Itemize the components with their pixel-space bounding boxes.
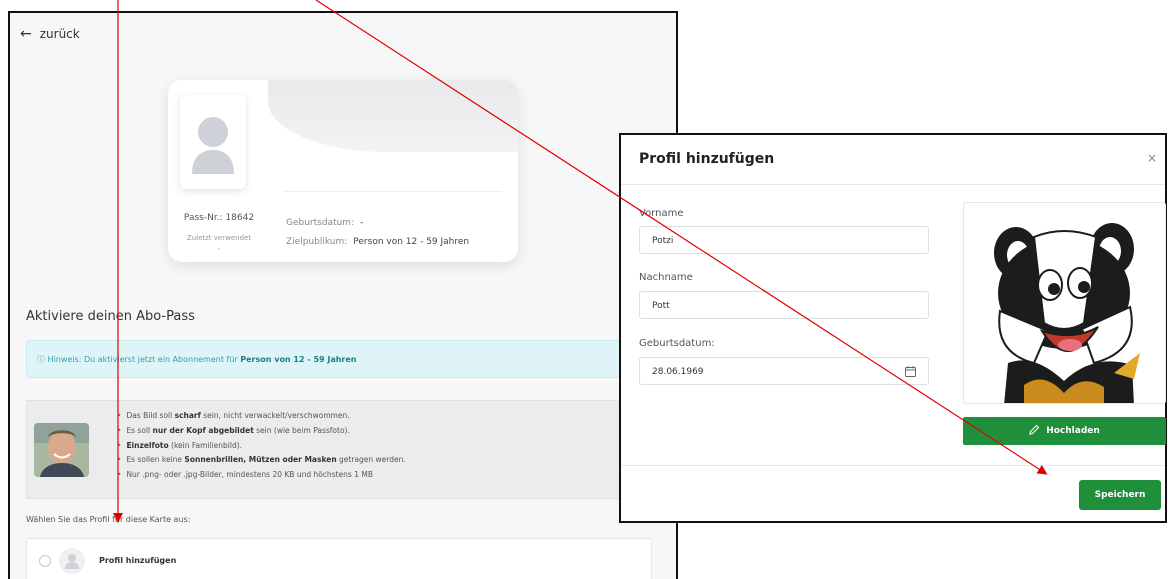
card-decoration [268,80,518,152]
guideline-list: Das Bild soll scharf sein, nicht verwack… [117,409,406,483]
card-birthdate-row: Geburtsdatum: - [286,218,363,228]
birthdate-value: 28.06.1969 [652,367,704,377]
screenshot-stage: ← zurück Pass-Nr.: 18642 Zuletzt verwend… [0,0,1168,579]
pass-photo-placeholder [180,95,246,189]
firstname-field[interactable]: Potzi [639,226,929,254]
guideline-item: Einzelfoto (kein Familienbild). [117,439,406,454]
upload-label: Hochladen [1046,426,1100,436]
add-profile-option[interactable]: Profil hinzufügen [26,538,652,579]
calendar-icon[interactable] [905,366,916,380]
add-profile-modal: Profil hinzufügen × Vorname Potzi Nachna… [619,133,1167,523]
pencil-icon [1029,424,1040,438]
hint-highlight: Person von 12 - 59 Jahren [240,355,357,364]
birthdate-label: Geburtsdatum: [639,338,715,349]
pass-card: Pass-Nr.: 18642 Zuletzt verwendet - Gebu… [168,80,518,262]
abo-pass-page: ← zurück Pass-Nr.: 18642 Zuletzt verwend… [8,11,678,579]
add-profile-label: Profil hinzufügen [99,556,177,565]
profile-radio[interactable] [39,554,51,567]
card-birthdate-label: Geburtsdatum: [286,218,355,228]
section-title: Aktiviere deinen Abo-Pass [26,309,195,324]
badger-mascot-image [963,202,1166,404]
back-label: zurück [39,27,80,41]
hint-text: Hinweis: Du aktivierst jetzt ein Abonnem… [47,355,241,364]
modal-header: Profil hinzufügen × [621,135,1165,185]
guideline-item: Es sollen keine Sonnenbrillen, Mützen od… [117,453,405,468]
card-audience-value: Person von 12 - 59 Jahren [353,237,470,247]
user-avatar-icon [59,547,85,574]
last-used-label: Zuletzt verwendet [186,234,252,242]
back-link[interactable]: ← zurück [20,27,80,41]
close-icon[interactable]: × [1147,151,1157,165]
hint-alert: ⓘ Hinweis: Du aktivierst jetzt ein Abonn… [26,340,676,378]
select-profile-label: Wählen Sie das Profil für diese Karte au… [26,515,191,524]
upload-button[interactable]: Hochladen [963,417,1166,445]
user-silhouette-icon [192,117,234,174]
photo-guidelines: Das Bild soll scharf sein, nicht verwack… [26,400,676,499]
last-used-value: - [217,245,221,253]
lastname-field[interactable]: Pott [639,291,929,319]
pass-number: Pass-Nr.: 18642 [183,213,255,223]
firstname-label: Vorname [639,208,684,219]
birthdate-field[interactable]: 28.06.1969 [639,357,929,385]
guideline-item: Das Bild soll scharf sein, nicht verwack… [117,409,406,424]
example-portrait-photo [34,423,89,477]
card-birthdate-value: - [360,218,364,228]
card-audience-label: Zielpublikum: [286,237,348,247]
save-button[interactable]: Speichern [1079,480,1161,510]
modal-footer-divider [621,465,1165,466]
guideline-item: Es soll nur der Kopf abgebildet sein (wi… [117,424,406,439]
info-circle-icon: ⓘ [37,355,48,364]
guideline-item: Nur .png- oder .jpg-Bilder, mindestens 2… [117,468,406,483]
arrow-left-icon: ← [20,26,32,42]
card-divider [284,191,502,192]
lastname-label: Nachname [639,272,693,283]
modal-title: Profil hinzufügen [639,151,775,167]
card-audience-row: Zielpublikum: Person von 12 - 59 Jahren [286,237,469,247]
